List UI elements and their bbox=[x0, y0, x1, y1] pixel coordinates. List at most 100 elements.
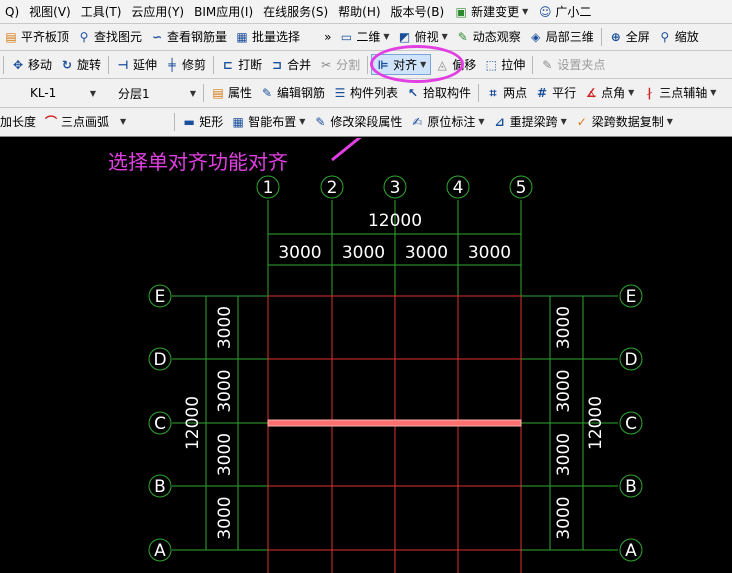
top-view-dropdown[interactable]: ◩ 俯视 ▼ bbox=[394, 26, 452, 48]
dim-text-col-spacing: 3000 bbox=[278, 243, 321, 263]
menu-cloud[interactable]: 云应用(Y) bbox=[126, 1, 189, 23]
toolbar-separator bbox=[213, 55, 215, 74]
reextract-span-label: 重提梁跨 bbox=[509, 115, 558, 129]
in-situ-mark-dropdown[interactable]: ✍ 原位标注 ▼ bbox=[406, 111, 488, 133]
axis-label-row-right-B: B bbox=[625, 477, 637, 497]
beam-layer bbox=[267, 419, 522, 427]
merge-icon: ⊐ bbox=[272, 57, 283, 72]
toolbar-overflow-button[interactable]: » bbox=[320, 26, 335, 48]
chevron-down-icon: ▼ bbox=[420, 59, 427, 69]
menu-help[interactable]: 帮助(H) bbox=[333, 1, 385, 23]
view-2d-dropdown[interactable]: ▭ 二维 ▼ bbox=[335, 26, 393, 48]
smart-layout-icon: ▦ bbox=[232, 115, 244, 129]
top-view-icon: ◩ bbox=[398, 30, 411, 44]
annotation-text: 选择单对齐功能对齐 bbox=[108, 150, 288, 174]
new-change-button[interactable]: ▣ 新建变更 ▼ bbox=[449, 1, 533, 23]
view-rebar-button[interactable]: ∽ 查看钢筋量 bbox=[146, 26, 231, 48]
three-point-arc-dropdown[interactable]: ⌒ 三点画弧 ▼ bbox=[40, 111, 130, 133]
properties-button[interactable]: ▤ 属性 bbox=[207, 82, 256, 104]
menu-online[interactable]: 在线服务(S) bbox=[258, 1, 333, 23]
point-angle-button[interactable]: ∡ 点角 ▼ bbox=[580, 82, 638, 104]
rectangle-button[interactable]: ▬ 矩形 bbox=[178, 111, 227, 133]
chevron-down-icon: ▼ bbox=[560, 117, 567, 126]
parallel-label: 平行 bbox=[552, 86, 577, 100]
fullscreen-button[interactable]: ⊕ 全屏 bbox=[605, 26, 654, 48]
axis-label-row-left-E: E bbox=[155, 287, 166, 307]
point-angle-label: 点角 bbox=[601, 86, 626, 100]
dynamic-view-button[interactable]: ✎ 动态观察 bbox=[452, 26, 525, 48]
menu-bar: Q) 视图(V) 工具(T) 云应用(Y) BIM应用(I) 在线服务(S) 帮… bbox=[0, 0, 732, 24]
dim-text-col-spacing: 3000 bbox=[342, 243, 385, 263]
rotate-button[interactable]: ↻ 旋转 bbox=[56, 54, 105, 76]
chevron-down-icon: ▼ bbox=[299, 117, 306, 126]
smart-layout-dropdown[interactable]: ▦ 智能布置 ▼ bbox=[227, 111, 309, 133]
trim-button[interactable]: ╪ 修剪 bbox=[161, 54, 210, 76]
edit-rebar-button[interactable]: ✎ 编辑钢筋 bbox=[256, 82, 329, 104]
dynamic-view-label: 动态观察 bbox=[472, 30, 521, 44]
assistant-button[interactable]: ☺ 广小二 bbox=[533, 1, 596, 23]
axis-label-col-3: 3 bbox=[390, 178, 401, 198]
axis-label-row-right-D: D bbox=[624, 350, 637, 370]
dynamic-view-icon: ✎ bbox=[457, 30, 468, 44]
dim-text-row-spacing: 3000 bbox=[215, 306, 235, 349]
copy-span-data-dropdown[interactable]: ✓ 梁跨数据复制 ▼ bbox=[571, 111, 677, 133]
batch-select-label: 批量选择 bbox=[252, 30, 301, 44]
set-grip-button[interactable]: ✎ 设置夹点 bbox=[536, 54, 609, 76]
pick-icon: ↖ bbox=[408, 86, 419, 100]
component-select[interactable]: KL-1 ▼ bbox=[0, 83, 100, 103]
zoom-button[interactable]: ⚲ 缩放 bbox=[654, 26, 703, 48]
two-point-label: 两点 bbox=[503, 86, 528, 100]
find-element-label: 查找图元 bbox=[94, 30, 143, 44]
axis-label-row-left-A: A bbox=[154, 541, 166, 561]
two-point-button[interactable]: ⌗ 两点 bbox=[482, 82, 531, 104]
length-button[interactable]: 加长度 bbox=[0, 111, 40, 133]
in-situ-mark-label: 原位标注 bbox=[427, 115, 476, 129]
toolbar-separator bbox=[600, 28, 602, 46]
component-list-button[interactable]: ☰ 构件列表 bbox=[329, 82, 402, 104]
view-2d-icon: ▭ bbox=[340, 30, 353, 44]
drawing-canvas[interactable]: 12000 3000 3000 3000 3000 12000 3000 3000 3000 30… bbox=[0, 138, 732, 573]
smart-layout-label: 智能布置 bbox=[248, 115, 297, 129]
modify-span-button[interactable]: ✎ 修改梁段属性 bbox=[309, 111, 406, 133]
menu-version[interactable]: 版本号(B) bbox=[386, 1, 450, 23]
dim-text-row-spacing: 3000 bbox=[554, 306, 574, 349]
flat-slab-icon: ▤ bbox=[5, 30, 17, 44]
move-button[interactable]: ✥ 移动 bbox=[7, 54, 56, 76]
toolbar-separator bbox=[532, 55, 534, 74]
extend-button[interactable]: ⊣ 延伸 bbox=[112, 54, 161, 76]
zoom-icon: ⚲ bbox=[660, 30, 670, 44]
dim-text-row-spacing: 3000 bbox=[554, 369, 574, 412]
local-3d-button[interactable]: ◈ 局部三维 bbox=[525, 26, 598, 48]
layer-select[interactable]: 分层1 ▼ bbox=[114, 83, 200, 103]
offset-button[interactable]: ◬ 偏移 bbox=[431, 54, 480, 76]
batch-select-button[interactable]: ▦ 批量选择 bbox=[231, 26, 304, 48]
rectangle-label: 矩形 bbox=[199, 115, 224, 129]
chevron-down-icon: ▼ bbox=[189, 88, 196, 98]
three-point-axis-button[interactable]: ∤ 三点辅轴 ▼ bbox=[638, 82, 720, 104]
beam-kl-1[interactable] bbox=[267, 419, 522, 427]
trim-icon: ╪ bbox=[168, 57, 176, 72]
flat-slab-button[interactable]: ▤ 平齐板顶 bbox=[0, 26, 73, 48]
axis-grid bbox=[172, 200, 618, 573]
parallel-button[interactable]: # 平行 bbox=[531, 82, 580, 104]
menu-bim[interactable]: BIM应用(I) bbox=[189, 1, 258, 23]
split-button[interactable]: ✂ 分割 bbox=[315, 54, 364, 76]
stretch-icon: ⬚ bbox=[485, 57, 497, 72]
merge-button[interactable]: ⊐ 合并 bbox=[266, 54, 315, 76]
rectangle-icon: ▬ bbox=[183, 115, 195, 129]
chevron-down-icon: ▼ bbox=[89, 88, 96, 98]
menu-tools[interactable]: 工具(T) bbox=[76, 1, 127, 23]
align-dropdown-button[interactable]: ⊫ 对齐 ▼ bbox=[371, 54, 432, 75]
dim-text-row-spacing: 3000 bbox=[554, 433, 574, 476]
stretch-button[interactable]: ⬚ 拉伸 bbox=[480, 54, 529, 76]
menu-item-q[interactable]: Q) bbox=[0, 1, 24, 23]
reextract-span-dropdown[interactable]: ⊿ 重提梁跨 ▼ bbox=[489, 111, 571, 133]
break-button[interactable]: ⊏ 打断 bbox=[217, 54, 266, 76]
menu-view[interactable]: 视图(V) bbox=[24, 1, 76, 23]
set-grip-label: 设置夹点 bbox=[557, 57, 606, 72]
pick-component-button[interactable]: ↖ 拾取构件 bbox=[402, 82, 475, 104]
find-element-button[interactable]: ⚲ 查找图元 bbox=[73, 26, 146, 48]
top-view-label: 俯视 bbox=[414, 30, 439, 44]
trim-label: 修剪 bbox=[182, 57, 207, 72]
toolbar-view: ▤ 平齐板顶 ⚲ 查找图元 ∽ 查看钢筋量 ▦ 批量选择 » ▭ 二维 ▼ ◩ … bbox=[0, 24, 732, 51]
